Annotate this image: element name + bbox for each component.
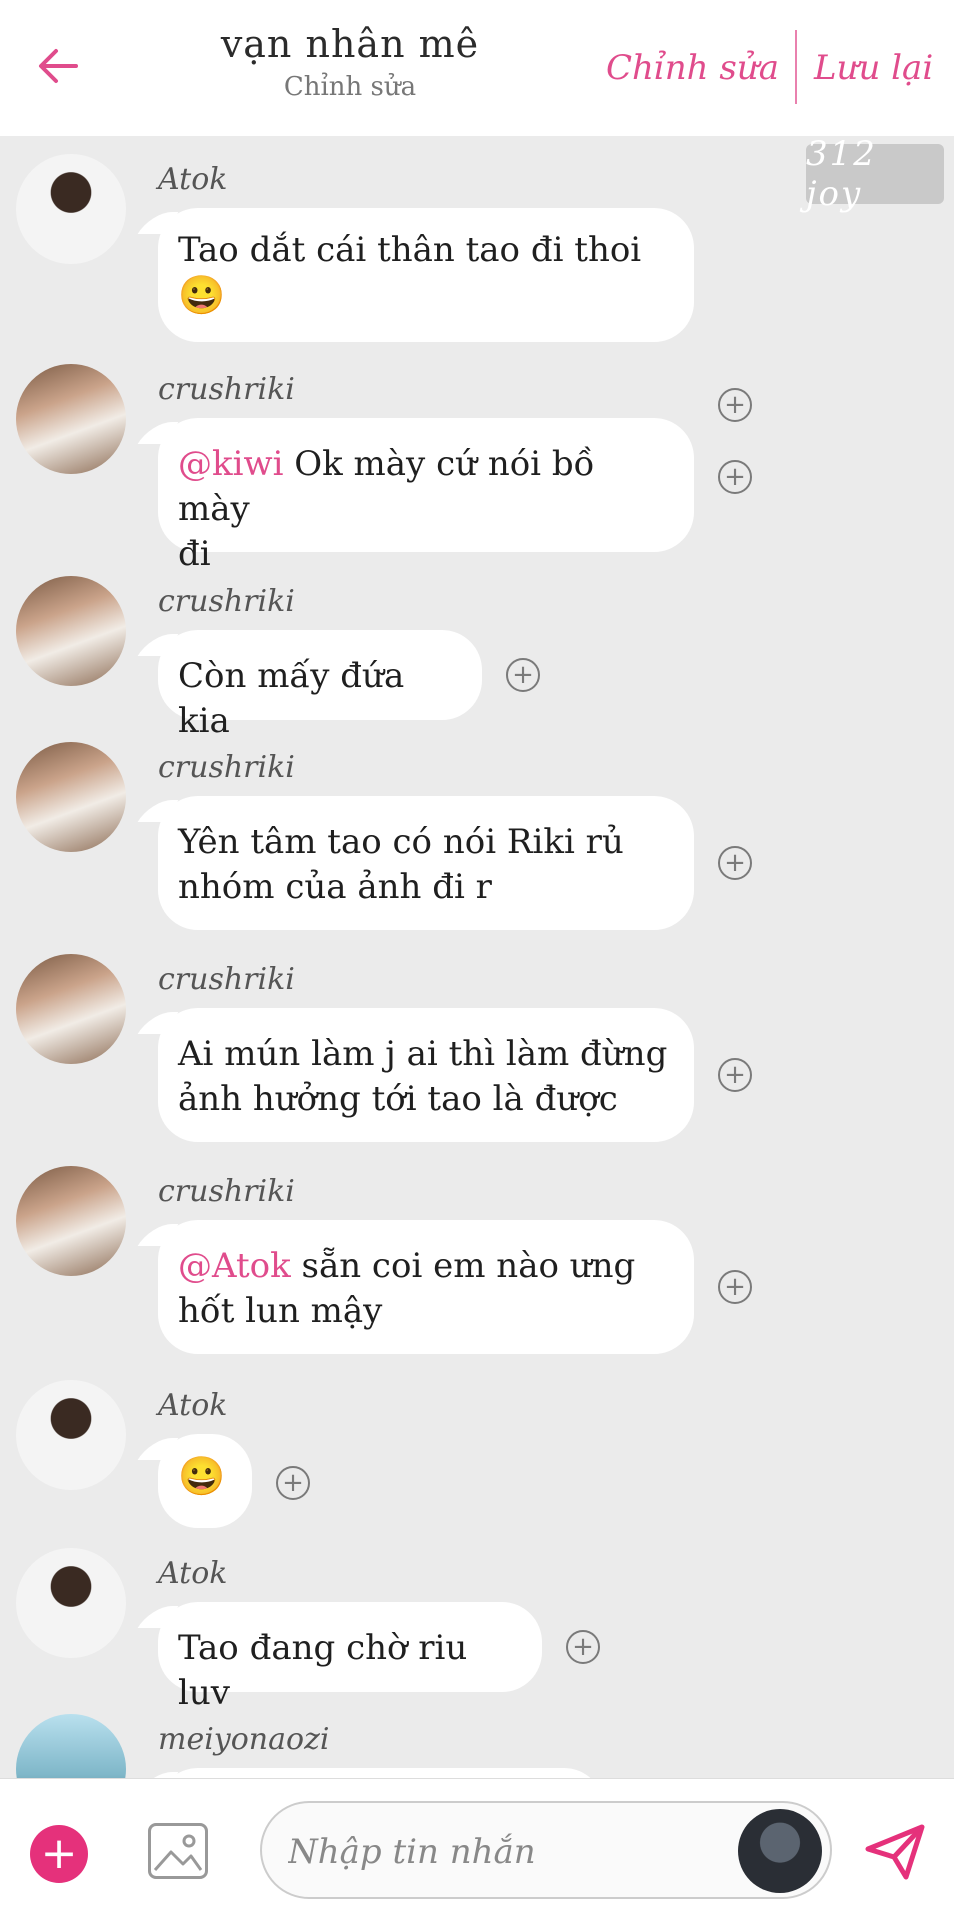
- message-text: ảnh hưởng tới tao là được: [178, 1079, 618, 1119]
- message-input[interactable]: [286, 1825, 730, 1879]
- image-icon: [153, 1834, 203, 1871]
- avatar[interactable]: [16, 1714, 126, 1778]
- grin-emoji-icon: 😀: [178, 1454, 226, 1498]
- message-item: crushriki @Atok sẵn coi em nào ưng hốt l…: [0, 1166, 954, 1354]
- edit-button[interactable]: Chỉnh sửa: [606, 48, 779, 88]
- message-item: crushriki Ai mún làm j ai thì làm đừng ả…: [0, 954, 954, 1142]
- sticker-avatar-button[interactable]: [738, 1809, 822, 1893]
- message-text: Ai mún làm j ai thì làm đừng: [178, 1034, 668, 1074]
- message-username: Atok: [158, 1556, 228, 1591]
- reaction-add-icon[interactable]: +: [718, 1058, 752, 1092]
- message-bubble[interactable]: 😀: [158, 1434, 252, 1528]
- joy-badge: 312 joy: [806, 136, 944, 214]
- header-divider: [795, 30, 797, 104]
- message-bubble[interactable]: Ai mún làm j ai thì làm đừng ảnh hưởng t…: [158, 1008, 694, 1142]
- message-text: sẵn coi em nào ưng: [290, 1246, 636, 1286]
- chat-title: vạn nhân mê: [220, 22, 480, 66]
- message-text: đi: [178, 534, 211, 574]
- message-item: crushriki Còn mấy đứa kia +: [0, 576, 954, 741]
- save-button[interactable]: Lưu lại: [814, 48, 933, 88]
- reaction-add-icon[interactable]: +: [718, 1270, 752, 1304]
- chat-header: vạn nhân mê Chỉnh sửa Chỉnh sửa Lưu lại: [0, 0, 954, 136]
- avatar[interactable]: [16, 576, 126, 686]
- avatar[interactable]: [16, 1166, 126, 1276]
- image-button[interactable]: [148, 1823, 208, 1879]
- message-username: Atok: [158, 162, 228, 197]
- message-bubble[interactable]: Tao dắt cái thân tao đi thoi 😀: [158, 208, 694, 342]
- chat-subtitle: Chỉnh sửa: [283, 72, 417, 102]
- message-item: meiyonaozi: [0, 1714, 954, 1778]
- message-bubble[interactable]: @Atok sẵn coi em nào ưng hốt lun mậy: [158, 1220, 694, 1354]
- message-bubble[interactable]: [158, 1768, 604, 1778]
- message-username: Atok: [158, 1388, 228, 1423]
- mention-link[interactable]: @kiwi: [178, 444, 283, 484]
- message-bubble[interactable]: Tao đang chờ riu luv: [158, 1602, 542, 1713]
- reaction-add-icon[interactable]: +: [566, 1630, 600, 1664]
- message-item: crushriki @kiwi Ok mày cứ nói bồ mày đi …: [0, 364, 954, 574]
- message-text: hốt lun mậy: [178, 1291, 383, 1331]
- plus-circle-icon: +: [40, 1828, 78, 1879]
- message-username: crushriki: [158, 584, 295, 619]
- title-block: vạn nhân mê Chỉnh sửa: [170, 22, 530, 102]
- message-username: meiyonaozi: [158, 1722, 330, 1757]
- message-bubble[interactable]: @kiwi Ok mày cứ nói bồ mày đi: [158, 418, 694, 574]
- send-button[interactable]: [862, 1819, 928, 1885]
- message-item: crushriki Yên tâm tao có nói Riki rủ nhó…: [0, 742, 954, 930]
- message-username: crushriki: [158, 750, 295, 785]
- compose-bar: +: [0, 1778, 954, 1921]
- avatar[interactable]: [16, 1380, 126, 1490]
- message-text: Tao dắt cái thân tao đi thoi: [178, 230, 642, 270]
- message-bubble[interactable]: Còn mấy đứa kia: [158, 630, 482, 741]
- message-text: Yên tâm tao có nói Riki rủ: [178, 822, 624, 862]
- avatar[interactable]: [16, 742, 126, 852]
- paper-plane-icon: [865, 1824, 925, 1880]
- message-username: crushriki: [158, 372, 295, 407]
- reaction-add-icon[interactable]: +: [718, 846, 752, 880]
- arrow-left-icon: [39, 49, 78, 83]
- message-text: Còn mấy đứa kia: [178, 656, 405, 741]
- back-button[interactable]: [30, 38, 86, 94]
- message-bubble[interactable]: Yên tâm tao có nói Riki rủ nhóm của ảnh …: [158, 796, 694, 930]
- message-input-wrapper: [260, 1801, 832, 1899]
- reaction-add-icon[interactable]: +: [276, 1466, 310, 1500]
- message-text: Tao đang chờ riu luv: [178, 1628, 468, 1713]
- reaction-add-icon[interactable]: +: [506, 658, 540, 692]
- add-button[interactable]: +: [30, 1825, 88, 1883]
- message-item: Atok Tao đang chờ riu luv +: [0, 1548, 954, 1713]
- grin-emoji-icon: 😀: [178, 273, 226, 317]
- avatar[interactable]: [16, 954, 126, 1064]
- avatar[interactable]: [16, 154, 126, 264]
- reaction-add-icon[interactable]: +: [718, 460, 752, 494]
- message-username: crushriki: [158, 1174, 295, 1209]
- message-text: nhóm của ảnh đi r: [178, 867, 492, 907]
- message-list[interactable]: 312 joy Atok Tao dắt cái thân tao đi tho…: [0, 136, 954, 1778]
- message-username: crushriki: [158, 962, 295, 997]
- avatar[interactable]: [16, 364, 126, 474]
- message-item: Atok 😀 +: [0, 1380, 954, 1528]
- avatar[interactable]: [16, 1548, 126, 1658]
- mention-link[interactable]: @Atok: [178, 1246, 291, 1286]
